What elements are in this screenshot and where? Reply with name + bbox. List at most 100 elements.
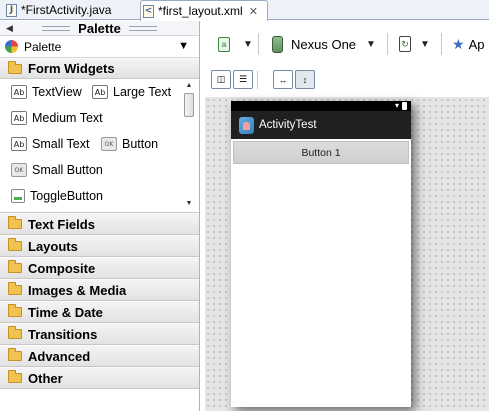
drag-grip-icon[interactable] [128, 25, 157, 31]
category-label: Advanced [28, 348, 91, 364]
medium-text-icon: Ab [11, 111, 27, 125]
small-button-icon: OK [11, 163, 27, 177]
widget-small-button[interactable]: OK Small Button [11, 161, 103, 179]
configuration-dropdown[interactable]: ▼ [243, 35, 253, 53]
app-action-bar: ActivityTest [231, 111, 411, 139]
collapse-left-icon[interactable]: ◀ [6, 23, 13, 34]
palette-header: ◀ Palette [0, 21, 199, 36]
widget-medium-text[interactable]: Ab Medium Text [11, 109, 103, 127]
folder-icon [8, 348, 22, 361]
configuration-button[interactable]: a [218, 35, 230, 53]
app-launcher-icon [239, 116, 254, 134]
device-selector[interactable]: Nexus One ▼ [272, 35, 376, 53]
toolbar-divider [258, 33, 259, 55]
widget-large-text[interactable]: Ab Large Text [92, 83, 171, 101]
palette-icon [5, 40, 18, 53]
theme-label: Ap [468, 36, 485, 52]
scrollbar-thumb[interactable] [184, 93, 194, 117]
category-label: Transitions [28, 326, 98, 342]
palette-selector[interactable]: Palette ▼ [0, 36, 199, 58]
widget-textview[interactable]: Ab TextView [11, 83, 82, 101]
battery-icon [402, 102, 407, 110]
toggle-layout-icon[interactable]: ◫ [211, 70, 231, 89]
rotate-icon: ↻ [399, 36, 411, 52]
tab-first-activity-java[interactable]: J *FirstActivity.java [4, 0, 140, 20]
widget-label: Button [122, 137, 159, 151]
widget-button[interactable]: OK Button [101, 135, 158, 153]
button-icon: OK [101, 137, 117, 151]
chevron-down-icon: ▼ [366, 38, 376, 50]
star-icon: ★ [452, 35, 465, 52]
folder-icon [8, 260, 22, 273]
device-label: Nexus One [291, 36, 357, 52]
device-screen[interactable]: Button 1 [231, 139, 411, 407]
device-status-bar: ▾ [231, 101, 411, 111]
scroll-up-icon[interactable]: ▲ [183, 81, 195, 91]
folder-icon [8, 304, 22, 317]
palette-title: Palette [78, 20, 121, 36]
category-layouts[interactable]: Layouts [0, 235, 199, 257]
app-title: ActivityTest [259, 119, 317, 131]
folder-icon [8, 326, 22, 339]
category-other[interactable]: Other [0, 367, 199, 389]
folder-open-icon [8, 60, 22, 74]
widget-label: Small Text [32, 137, 90, 151]
widget-label: Small Button [32, 163, 103, 177]
editor-tab-bar: J *FirstActivity.java < *first_layout.xm… [0, 0, 489, 21]
folder-icon [8, 370, 22, 383]
folder-icon [8, 216, 22, 229]
category-composite[interactable]: Composite [0, 257, 199, 279]
category-label: Images & Media [28, 282, 127, 298]
category-images-media[interactable]: Images & Media [0, 279, 199, 301]
design-canvas[interactable]: ▾ ActivityTest Button 1 [205, 97, 489, 411]
category-time-date[interactable]: Time & Date [0, 301, 199, 323]
form-widgets-list: Ab TextView Ab Large Text Ab Medium Text… [0, 79, 199, 213]
textview-icon: Ab [11, 85, 27, 99]
tab-first-layout-xml[interactable]: < *first_layout.xml ✕ [140, 0, 268, 21]
form-widgets-scrollbar[interactable]: ▲ ▼ [183, 81, 195, 209]
layout-toolbar: ◫ ☰ ↔ ↕ [205, 67, 489, 93]
widget-label: Large Text [113, 85, 172, 99]
theme-selector[interactable]: ★ Ap [452, 35, 484, 53]
category-transitions[interactable]: Transitions [0, 323, 199, 345]
chevron-down-icon: ▼ [420, 38, 430, 50]
preview-button-1[interactable]: Button 1 [233, 141, 409, 164]
tab-label: *first_layout.xml [158, 4, 243, 18]
close-tab-icon[interactable]: ✕ [249, 5, 258, 18]
folder-icon [8, 282, 22, 295]
fill-width-icon[interactable]: ↔ [273, 70, 293, 89]
chevron-down-icon[interactable]: ▼ [178, 40, 189, 52]
scroll-down-icon[interactable]: ▼ [183, 199, 195, 209]
wifi-icon: ▾ [394, 101, 399, 110]
orientation-selector[interactable]: ↻ ▼ [399, 35, 430, 53]
java-file-icon: J [6, 3, 17, 17]
list-layout-icon[interactable]: ☰ [233, 70, 253, 89]
folder-icon [8, 238, 22, 251]
tab-label: *FirstActivity.java [21, 3, 112, 17]
xml-file-icon: < [143, 4, 154, 18]
toolbar-divider [257, 71, 258, 89]
phone-icon [272, 35, 283, 53]
category-advanced[interactable]: Advanced [0, 345, 199, 367]
category-text-fields[interactable]: Text Fields [0, 213, 199, 235]
widget-toggle-button[interactable]: ToggleButton [11, 187, 103, 205]
small-text-icon: Ab [11, 137, 27, 151]
widget-label: TextView [32, 85, 82, 99]
configuration-icon: a [218, 36, 230, 52]
large-text-icon: Ab [92, 85, 108, 99]
toggle-button-icon [11, 189, 25, 203]
layout-editor: a ▼ Nexus One ▼ ↻ ▼ ★ Ap ◫ ☰ ↔ ↕ ▾ Activ… [205, 21, 489, 411]
config-toolbar: a ▼ Nexus One ▼ ↻ ▼ ★ Ap [205, 21, 489, 65]
fill-height-icon[interactable]: ↕ [295, 70, 315, 89]
toolbar-divider [387, 33, 388, 55]
category-label: Form Widgets [28, 61, 115, 76]
drag-grip-icon[interactable] [42, 25, 71, 31]
palette-panel: ◀ Palette Palette ▼ Form Widgets Ab Text… [0, 21, 200, 411]
category-label: Text Fields [28, 216, 95, 232]
chevron-down-icon: ▼ [243, 38, 253, 50]
widget-label: ToggleButton [30, 189, 103, 203]
category-label: Layouts [28, 238, 78, 254]
category-form-widgets[interactable]: Form Widgets [0, 58, 199, 79]
widget-small-text[interactable]: Ab Small Text [11, 135, 89, 153]
widget-label: Medium Text [32, 111, 103, 125]
